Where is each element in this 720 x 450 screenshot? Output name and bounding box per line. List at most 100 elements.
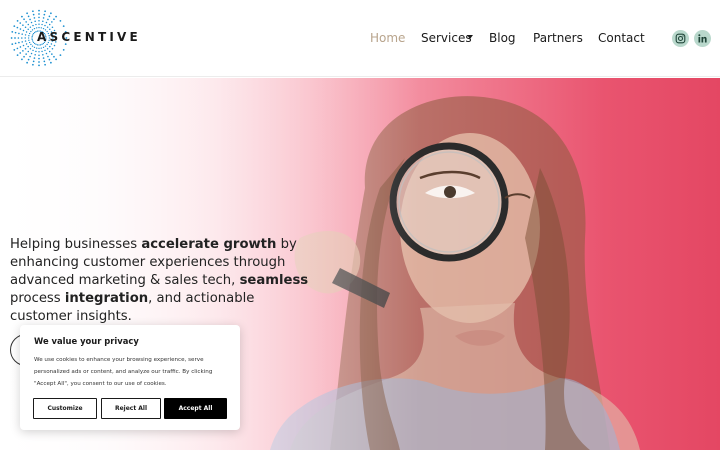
- reject-all-button[interactable]: Reject All: [101, 398, 161, 419]
- logo-dot: [51, 21, 53, 23]
- hero-text-1: Helping businesses: [10, 237, 142, 252]
- logo-dot: [59, 20, 62, 22]
- logo-dot: [38, 57, 40, 60]
- nav-home[interactable]: Home: [370, 31, 405, 45]
- logo-dot: [16, 54, 19, 56]
- logo-dot: [55, 15, 57, 18]
- logo-dot: [38, 13, 40, 15]
- logo-dot: [19, 52, 22, 54]
- logo-dot: [38, 23, 40, 25]
- logo-dot: [51, 47, 54, 50]
- logo-dot: [25, 31, 28, 33]
- logo-dot: [24, 26, 27, 29]
- logo-dot: [59, 54, 62, 56]
- logo-dot: [29, 26, 32, 28]
- logo-dot: [48, 50, 51, 53]
- instagram-icon[interactable]: [672, 30, 689, 47]
- logo-dot: [62, 49, 65, 51]
- logo-dot: [50, 61, 52, 64]
- logo-dot: [36, 27, 38, 29]
- chevron-down-icon[interactable]: [467, 35, 473, 39]
- logo-dot: [28, 35, 30, 37]
- logo-dot: [21, 37, 23, 39]
- logo-dot: [32, 24, 34, 27]
- logo-dot: [26, 12, 28, 15]
- accept-all-button[interactable]: Accept All: [164, 398, 227, 419]
- logo-dot: [51, 26, 54, 29]
- logo-dot: [23, 18, 25, 21]
- logo-dot: [41, 50, 43, 53]
- logo-dot: [21, 58, 23, 61]
- logo-dot: [44, 63, 46, 66]
- logo-dot: [11, 43, 14, 45]
- logo-text[interactable]: ASCENTIVE: [37, 30, 141, 44]
- logo-dot: [42, 57, 45, 59]
- linkedin-icon[interactable]: [694, 30, 711, 47]
- logo-dot: [32, 34, 34, 36]
- logo-dot: [21, 15, 23, 18]
- logo-dot: [22, 44, 25, 47]
- nav-services[interactable]: Services: [421, 31, 472, 45]
- logo-dot: [16, 20, 19, 22]
- logo-dot: [27, 15, 30, 18]
- logo-dot: [27, 28, 29, 31]
- logo-dot: [48, 15, 51, 18]
- logo-dot: [27, 37, 30, 39]
- logo-dot: [23, 55, 25, 58]
- customize-button[interactable]: Customize: [33, 398, 97, 419]
- logo-dot: [38, 54, 40, 56]
- logo-dot: [43, 60, 46, 63]
- logo-dot: [27, 45, 29, 48]
- logo-dot: [16, 47, 19, 50]
- logo-dot: [40, 47, 42, 49]
- logo-dot: [44, 10, 46, 13]
- logo-dot: [53, 18, 55, 21]
- logo-dot: [36, 47, 38, 49]
- logo-dot: [38, 20, 40, 22]
- logo-dot: [29, 55, 31, 58]
- nav-partners[interactable]: Partners: [533, 31, 583, 45]
- logo-dot: [25, 53, 27, 55]
- nav-blog[interactable]: Blog: [489, 31, 516, 45]
- nav-contact[interactable]: Contact: [598, 31, 645, 45]
- logo-dot: [42, 46, 45, 49]
- logo-dot: [19, 28, 22, 30]
- logo-dot: [18, 32, 20, 35]
- logo-dot: [30, 52, 33, 55]
- logo-dot: [38, 64, 40, 67]
- logo-dot: [11, 31, 14, 33]
- logo-dot: [24, 37, 26, 39]
- logo-dot: [24, 47, 27, 50]
- logo-dot: [55, 58, 57, 61]
- logo-dot: [29, 18, 31, 21]
- logo-dot: [27, 50, 30, 53]
- logo-dot: [42, 20, 44, 22]
- logo-dot: [30, 43, 32, 46]
- logo-dot: [38, 51, 40, 53]
- logo-dot: [29, 48, 32, 50]
- logo-dot: [31, 38, 33, 41]
- logo-dot: [14, 31, 17, 34]
- logo-dot: [22, 50, 24, 52]
- logo-dot: [13, 25, 16, 27]
- logo-dot: [30, 21, 33, 24]
- logo-dot: [36, 44, 39, 46]
- linkedin-glyph: [698, 34, 707, 43]
- logo-dot: [53, 55, 55, 58]
- logo-dot: [53, 44, 56, 47]
- logo-dot: [32, 60, 35, 63]
- logo-dot: [34, 31, 36, 34]
- logo-dot: [35, 50, 37, 53]
- logo-dot: [34, 20, 36, 22]
- hero-tagline: Helping businesses accelerate growth by …: [10, 236, 320, 326]
- logo-dot: [25, 21, 27, 23]
- logo-dot: [33, 17, 36, 19]
- logo-dot: [34, 54, 36, 56]
- logo-dot: [47, 55, 49, 58]
- logo-dot: [48, 23, 51, 26]
- logo-dot: [42, 17, 45, 19]
- logo-dot: [28, 32, 31, 35]
- logo-dot: [10, 37, 13, 39]
- logo-dot: [32, 40, 34, 42]
- logo-dot: [19, 22, 22, 24]
